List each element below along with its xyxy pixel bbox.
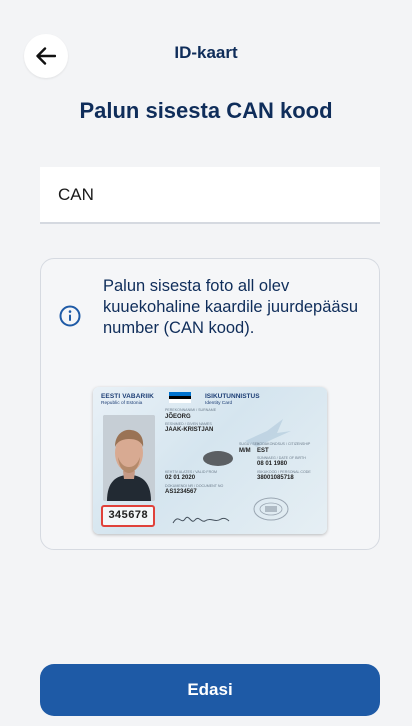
header: ID-kaart [0, 0, 412, 110]
can-input[interactable] [40, 167, 380, 224]
card-country: EESTI VABARIIK [101, 393, 154, 400]
signature-icon [172, 516, 230, 524]
card-doc-number: AS1234567 [165, 489, 197, 495]
info-icon [59, 305, 81, 327]
portrait-icon [103, 415, 155, 501]
card-given-names: JAAK-KRISTJAN [165, 427, 214, 433]
estonia-flag-icon [169, 392, 191, 404]
card-doc-type-en: Identity Card [205, 401, 233, 406]
next-button[interactable]: Edasi [40, 664, 380, 716]
card-citizenship: EST [257, 448, 269, 454]
info-text: Palun sisesta foto all olev kuuekohaline… [103, 277, 359, 337]
card-issue-date: 02 01 2020 [165, 475, 196, 481]
id-card-image: EESTI VABARIIK Republic of Estonia ISIKU… [93, 387, 327, 534]
app-title: ID-kaart [174, 43, 238, 62]
card-doc-type: ISIKUTUNNISTUS [205, 393, 260, 400]
card-can-number: 345678 [101, 505, 155, 527]
card-photo [103, 415, 155, 501]
card-surname: JÕEORG [165, 414, 191, 420]
page-title: Palun sisesta CAN kood [79, 98, 333, 123]
card-country-en: Republic of Estonia [101, 401, 143, 406]
card-personal-code: 38001085718 [257, 475, 294, 481]
card-birth-date: 08 01 1980 [257, 461, 288, 467]
card-sex: M/M [239, 448, 251, 454]
card-chip [203, 451, 233, 466]
info-card: Palun sisesta foto all olev kuuekohaline… [40, 258, 380, 550]
security-seal-icon [253, 497, 289, 521]
